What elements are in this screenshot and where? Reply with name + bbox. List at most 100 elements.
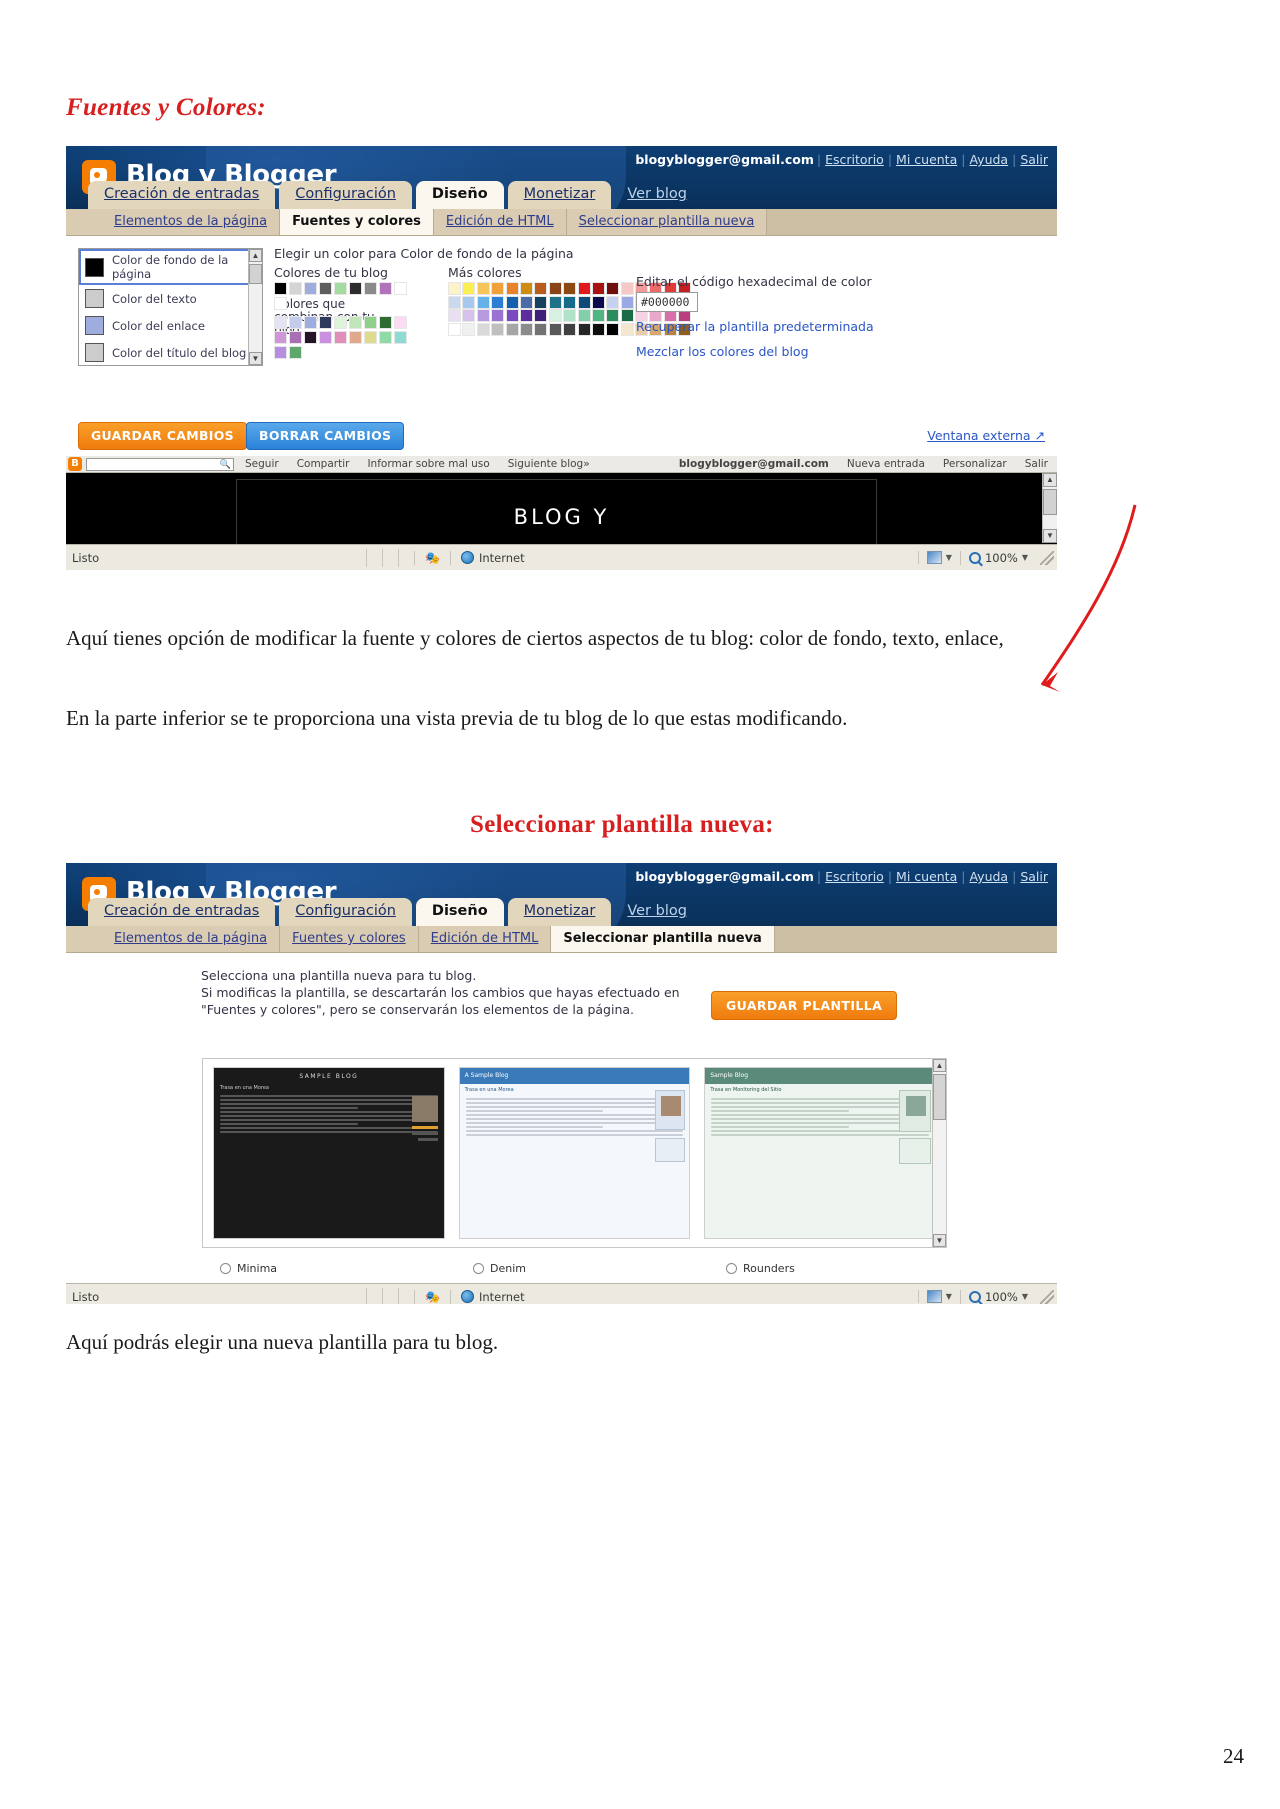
navbar-compartir[interactable]: Compartir <box>288 458 359 470</box>
color-item-enlace[interactable]: Color del enlace <box>79 312 262 339</box>
template-option-minima[interactable]: Minima <box>202 1262 441 1275</box>
chevron-down-icon[interactable]: ▼ <box>1022 553 1028 562</box>
save-changes-button[interactable]: GUARDAR CAMBIOS <box>78 422 247 450</box>
more-color-swatch[interactable] <box>448 282 461 295</box>
navbar-seguir[interactable]: Seguir <box>236 458 288 470</box>
color-item-texto[interactable]: Color del texto <box>79 285 262 312</box>
matching-color-swatch[interactable] <box>304 316 317 329</box>
matching-color-swatch[interactable] <box>334 331 347 344</box>
resize-grip[interactable] <box>1040 550 1054 565</box>
scroll-down-icon[interactable]: ▼ <box>933 1234 946 1247</box>
blog-color-swatch[interactable] <box>394 282 407 295</box>
subnav-fuentes-y-colores[interactable]: Fuentes y colores <box>280 926 419 952</box>
tab-monetizar[interactable]: Monetizar <box>507 181 612 209</box>
scroll-down-icon[interactable]: ▼ <box>1043 529 1057 543</box>
more-color-swatch[interactable] <box>448 295 461 309</box>
navbar-salir[interactable]: Salir <box>1016 458 1057 470</box>
blog-color-swatch[interactable] <box>334 282 347 295</box>
tab-ver-blog[interactable]: Ver blog <box>615 181 703 209</box>
resize-grip[interactable] <box>1040 1289 1054 1304</box>
more-color-swatch[interactable] <box>591 282 605 295</box>
chevron-down-icon[interactable]: ▼ <box>946 553 952 562</box>
matching-color-swatch[interactable] <box>379 316 392 329</box>
more-color-swatch[interactable] <box>534 322 548 336</box>
matching-color-swatch[interactable] <box>349 331 362 344</box>
link-restore-default-template[interactable]: Recuperar la plantilla predeterminada <box>636 319 874 334</box>
blog-colors-grid[interactable] <box>274 282 409 312</box>
subnav-elementos-de-la-pagina[interactable]: Elementos de la página <box>102 209 281 235</box>
template-card-minima[interactable]: SAMPLE BLOG Trasa en una Morea <box>213 1067 445 1239</box>
subnav-fuentes-y-colores[interactable]: Fuentes y colores <box>280 209 434 235</box>
matching-color-swatch[interactable] <box>394 331 407 344</box>
protected-mode-cell[interactable]: ▼ <box>917 551 960 564</box>
navbar-siguiente-blog[interactable]: Siguiente blog» <box>499 458 599 470</box>
link-mi-cuenta[interactable]: Mi cuenta <box>896 152 957 167</box>
more-color-swatch[interactable] <box>476 322 490 336</box>
matching-color-swatch[interactable] <box>319 331 332 344</box>
blog-color-swatch[interactable] <box>289 282 302 295</box>
tab-monetizar[interactable]: Monetizar <box>507 898 612 926</box>
more-color-swatch[interactable] <box>606 295 620 309</box>
more-color-swatch[interactable] <box>448 322 461 336</box>
tab-configuracion[interactable]: Configuración <box>279 898 412 926</box>
more-color-swatch[interactable] <box>620 309 634 323</box>
subnav-edicion-de-html[interactable]: Edición de HTML <box>434 209 567 235</box>
matching-color-swatch[interactable] <box>394 316 407 329</box>
more-color-swatch[interactable] <box>577 309 591 323</box>
link-salir[interactable]: Salir <box>1020 152 1048 167</box>
link-escritorio[interactable]: Escritorio <box>825 869 884 884</box>
matching-color-swatch[interactable] <box>274 346 287 359</box>
more-color-swatch[interactable] <box>505 322 519 336</box>
scroll-up-icon[interactable]: ▲ <box>249 249 262 262</box>
matching-color-swatch[interactable] <box>304 331 317 344</box>
template-card-rounders[interactable]: Sample Blog Trasa en Monitoring del Siti… <box>704 1067 937 1239</box>
more-color-swatch[interactable] <box>606 282 620 295</box>
more-color-swatch[interactable] <box>462 295 476 309</box>
radio-icon[interactable] <box>220 1263 231 1274</box>
scroll-thumb[interactable] <box>933 1074 946 1120</box>
radio-icon[interactable] <box>726 1263 737 1274</box>
link-escritorio[interactable]: Escritorio <box>825 152 884 167</box>
more-color-swatch[interactable] <box>563 322 577 336</box>
link-ayuda[interactable]: Ayuda <box>969 869 1008 884</box>
color-item-fondo-pagina[interactable]: Color de fondo de la página <box>79 249 262 285</box>
more-color-swatch[interactable] <box>505 309 519 323</box>
more-color-swatch[interactable] <box>563 282 577 295</box>
more-color-swatch[interactable] <box>548 322 562 336</box>
more-color-swatch[interactable] <box>606 309 620 323</box>
link-mix-blog-colors[interactable]: Mezclar los colores del blog <box>636 344 809 359</box>
more-color-swatch[interactable] <box>519 282 533 295</box>
more-color-swatch[interactable] <box>505 295 519 309</box>
chevron-down-icon[interactable]: ▼ <box>1022 1292 1028 1301</box>
tab-ver-blog[interactable]: Ver blog <box>615 898 703 926</box>
matching-color-swatch[interactable] <box>349 316 362 329</box>
clear-changes-button[interactable]: BORRAR CAMBIOS <box>246 422 405 450</box>
more-color-swatch[interactable] <box>491 282 505 295</box>
tab-creacion-de-entradas[interactable]: Creación de entradas <box>88 181 276 209</box>
more-color-swatch[interactable] <box>620 322 634 336</box>
more-color-swatch[interactable] <box>476 309 490 323</box>
subnav-edicion-de-html[interactable]: Edición de HTML <box>419 926 552 952</box>
navbar-personalizar[interactable]: Personalizar <box>934 458 1016 470</box>
matching-color-swatch[interactable] <box>364 316 377 329</box>
matching-color-swatch[interactable] <box>319 316 332 329</box>
scroll-up-icon[interactable]: ▲ <box>933 1059 946 1072</box>
preview-scrollbar[interactable]: ▲ ▼ <box>1042 473 1057 543</box>
template-card-denim[interactable]: A Sample Blog Trasa en una Morea <box>458 1067 691 1239</box>
tab-configuracion[interactable]: Configuración <box>279 181 412 209</box>
blog-color-swatch[interactable] <box>274 297 287 310</box>
more-color-swatch[interactable] <box>519 322 533 336</box>
zoom-control[interactable]: 100% ▼ <box>959 550 1036 565</box>
matching-color-swatch[interactable] <box>274 316 287 329</box>
more-color-swatch[interactable] <box>620 282 634 295</box>
blog-color-swatch[interactable] <box>379 282 392 295</box>
security-zone-cell[interactable]: Internet <box>449 1289 535 1304</box>
more-color-swatch[interactable] <box>534 282 548 295</box>
matching-color-swatch[interactable] <box>379 331 392 344</box>
matching-color-swatch[interactable] <box>289 331 302 344</box>
chevron-down-icon[interactable]: ▼ <box>946 1292 952 1301</box>
more-color-swatch[interactable] <box>491 309 505 323</box>
color-list-scrollbar[interactable]: ▲ ▼ <box>248 249 262 365</box>
more-color-swatch[interactable] <box>606 322 620 336</box>
more-color-swatch[interactable] <box>534 295 548 309</box>
